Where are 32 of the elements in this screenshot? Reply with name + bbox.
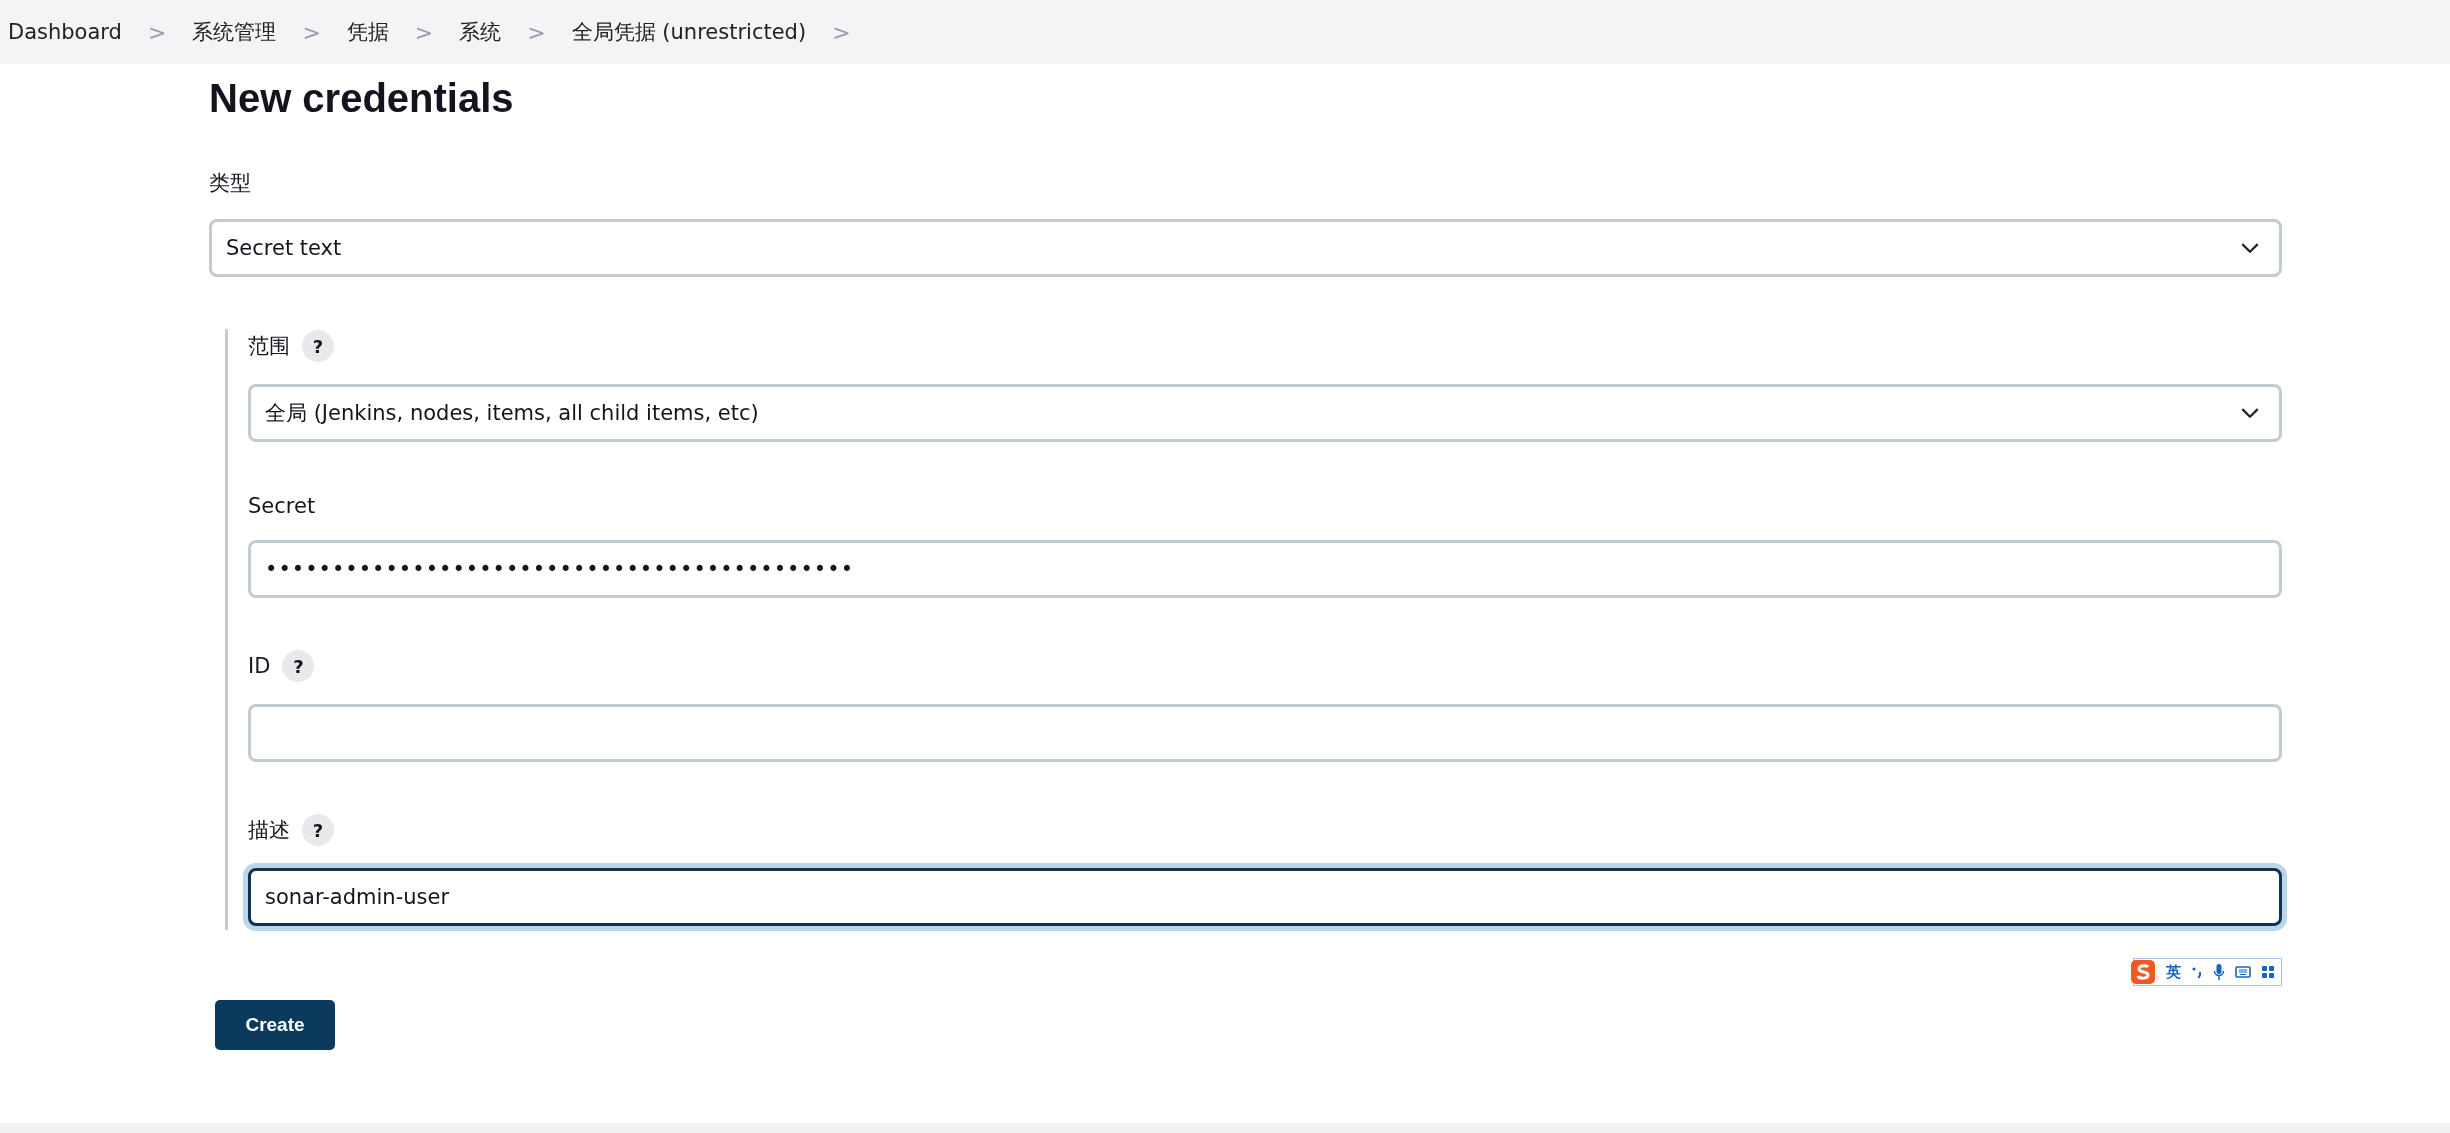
field-label: Secret	[248, 494, 316, 518]
breadcrumb-separator: >	[302, 19, 321, 45]
help-button[interactable]: ?	[282, 650, 315, 682]
microphone-icon[interactable]	[2213, 963, 2225, 981]
text-field[interactable]: sonar-admin-user	[248, 868, 2282, 926]
help-button[interactable]: ?	[302, 814, 334, 846]
scope-dropdown[interactable]: 全局 (Jenkins, nodes, items, all child items, etc)	[248, 384, 2282, 442]
secret-field[interactable]: ••••••••••••••••••••••••••••••••••••••••••••	[248, 540, 2282, 598]
help-button[interactable]: ?	[302, 330, 334, 362]
breadcrumb-link[interactable]: 系统	[459, 18, 502, 46]
type-dropdown[interactable]: Secret text	[209, 219, 2282, 277]
breadcrumb-separator: >	[414, 19, 434, 45]
field-label: 描述	[248, 817, 290, 844]
punctuation-icon[interactable]	[2191, 965, 2203, 979]
ime-mode-indicator[interactable]: 英	[2166, 962, 2181, 982]
breadcrumb-separator: >	[527, 19, 546, 45]
chevron-down-icon	[2241, 242, 2259, 254]
page-title: New credentials	[209, 76, 515, 121]
text-field[interactable]	[248, 704, 2282, 762]
field-label: ID	[248, 654, 271, 678]
breadcrumb-separator: >	[832, 19, 851, 45]
field-label: 类型	[209, 170, 251, 197]
keyboard-icon[interactable]	[2235, 966, 2251, 978]
breadcrumb-link[interactable]: 凭据	[346, 18, 389, 46]
breadcrumb-link[interactable]: Dashboard	[8, 20, 122, 44]
create-button[interactable]: Create	[215, 1000, 335, 1050]
breadcrumb-separator: >	[147, 19, 167, 45]
breadcrumb-link[interactable]: 全局凭据 (unrestricted)	[571, 18, 807, 46]
field-label: 范围	[248, 333, 290, 360]
chevron-down-icon	[2241, 407, 2259, 419]
grid-icon[interactable]	[2261, 965, 2275, 979]
breadcrumb-link[interactable]: 系统管理	[192, 18, 277, 46]
